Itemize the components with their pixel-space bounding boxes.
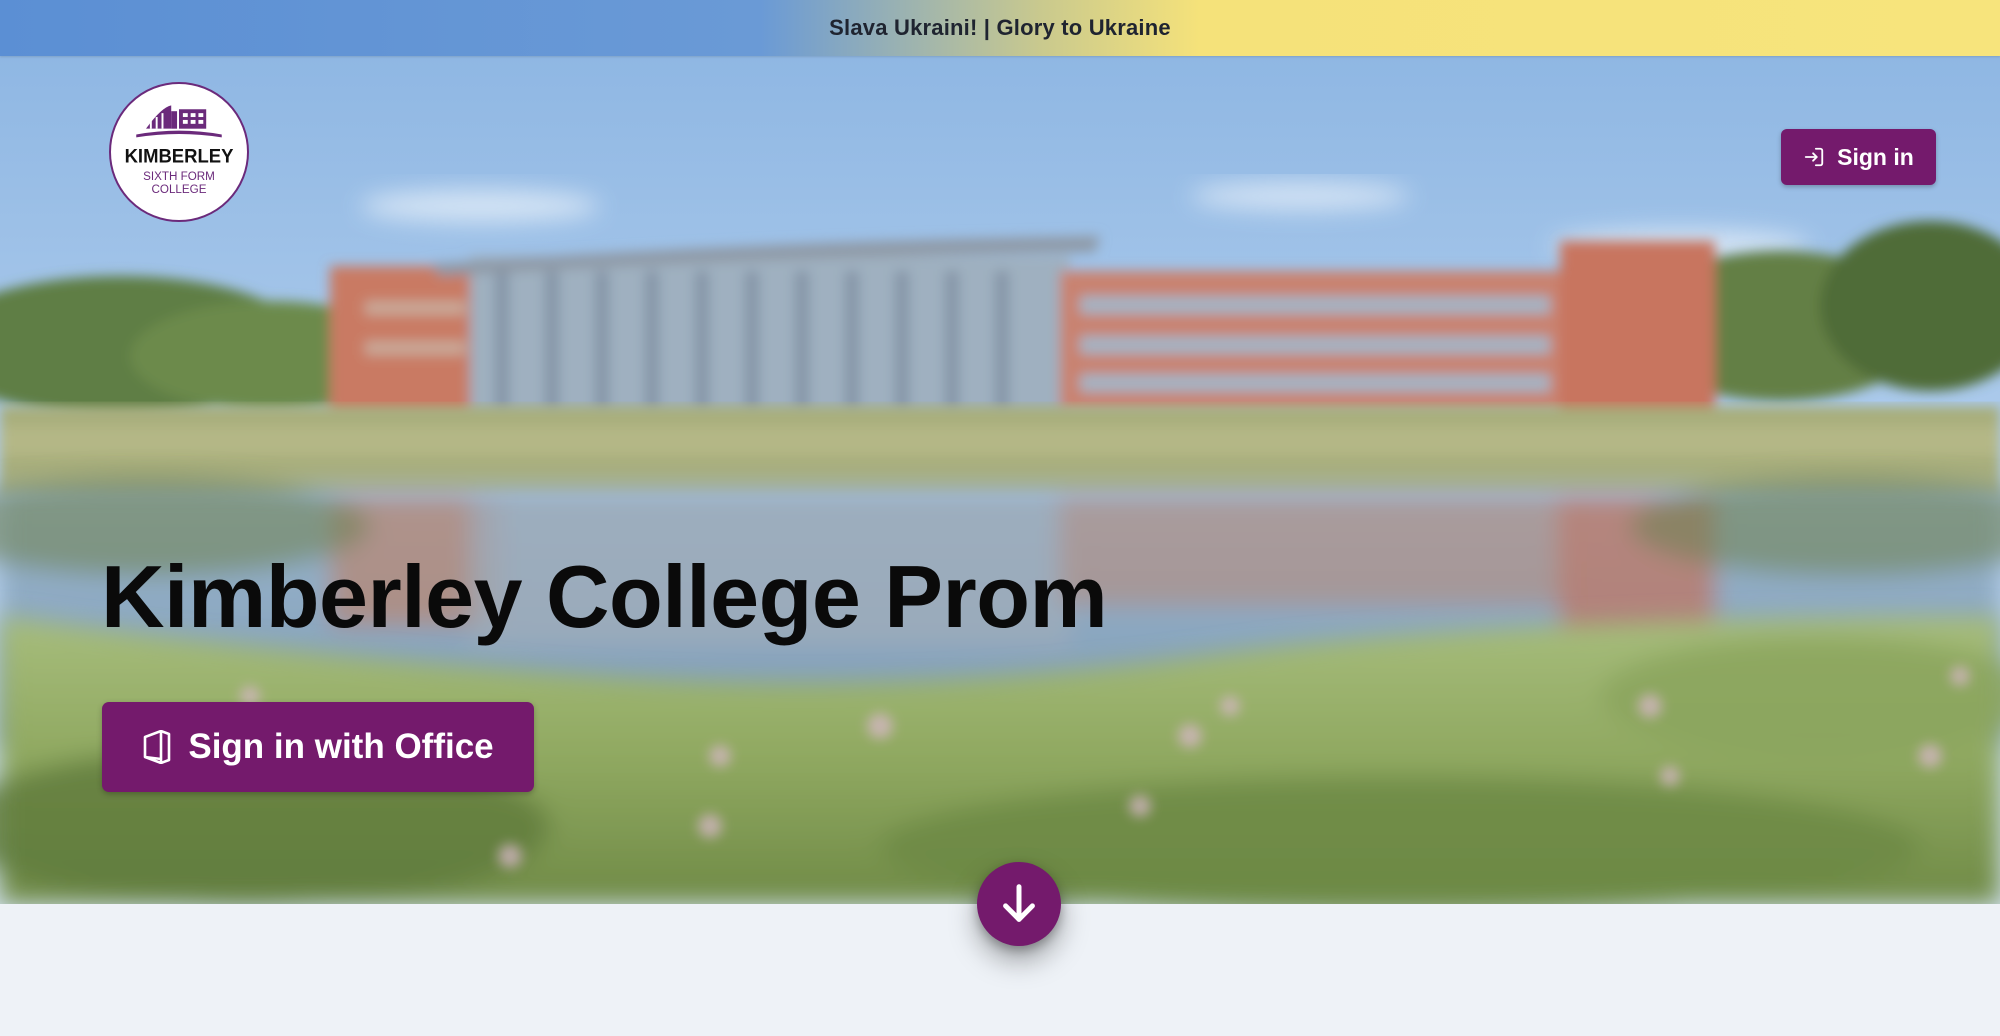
ukraine-banner: Slava Ukraini! | Glory to Ukraine <box>0 0 2000 56</box>
sign-in-button[interactable]: Sign in <box>1781 129 1936 185</box>
arrow-down-icon <box>1003 884 1035 922</box>
hero-section: KIMBERLEY SIXTH FORM COLLEGE Sign in Kim… <box>0 56 2000 904</box>
office-icon <box>144 730 171 764</box>
college-logo[interactable]: KIMBERLEY SIXTH FORM COLLEGE <box>109 82 249 222</box>
logo-wordmark: KIMBERLEY <box>125 146 234 168</box>
sign-in-arrow-icon <box>1804 147 1824 167</box>
logo-subtitle-line2: COLLEGE <box>152 183 207 196</box>
sign-in-button-label: Sign in <box>1837 143 1914 170</box>
logo-subtitle-line1: SIXTH FORM <box>143 170 215 183</box>
page-title: Kimberley College Prom <box>101 547 1108 646</box>
banner-text: Slava Ukraini! | Glory to Ukraine <box>829 15 1171 40</box>
office-button-label: Sign in with Office <box>188 727 494 766</box>
college-logo-image: KIMBERLEY SIXTH FORM COLLEGE <box>125 105 234 196</box>
sign-in-with-office-button[interactable]: Sign in with Office <box>102 702 534 792</box>
scroll-down-button[interactable] <box>977 862 1061 946</box>
